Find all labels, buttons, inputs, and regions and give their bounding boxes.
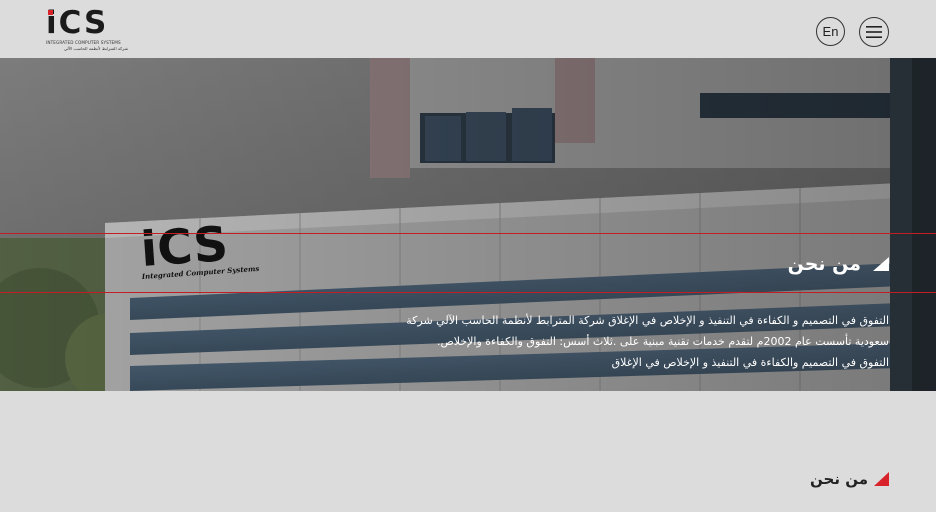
header: iCS INTEGRATED COMPUTER SYSTEMS شركة الم… bbox=[0, 0, 936, 58]
hero-paragraph: التفوق في التصميم و الكفاءة في التنفيذ و… bbox=[389, 310, 889, 373]
logo-subtitle: INTEGRATED COMPUTER SYSTEMS bbox=[46, 40, 121, 45]
hero-divider-top bbox=[0, 233, 936, 234]
logo[interactable]: iCS INTEGRATED COMPUTER SYSTEMS شركة الم… bbox=[46, 8, 128, 52]
triangle-icon bbox=[874, 472, 889, 486]
hero-title: من نحن bbox=[787, 253, 861, 275]
hero-paragraph-line: التفوق في التصميم والكفاءة في التنفيذ و … bbox=[611, 356, 889, 369]
language-toggle-button[interactable]: En bbox=[816, 17, 845, 46]
hero-title-row: من نحن bbox=[788, 253, 889, 275]
section-title: من نحن bbox=[810, 470, 868, 488]
logo-subtitle-arabic: شركة المترابط لأنظمة الحاسب الآلي bbox=[63, 46, 128, 51]
hero-divider-bottom bbox=[0, 292, 936, 293]
triangle-icon bbox=[873, 257, 889, 271]
hero-paragraph-line: سعودية تأسست عام 2002م لتقدم خدمات تقنية… bbox=[436, 335, 889, 348]
logo-red-dot bbox=[48, 10, 53, 15]
hero-banner: iCS Integrated Computer Systems من نحن ا… bbox=[0, 58, 936, 391]
logo-text: iCS bbox=[46, 5, 109, 41]
hero-paragraph-line: التفوق في التصميم و الكفاءة في التنفيذ و… bbox=[406, 314, 889, 327]
hamburger-icon bbox=[866, 26, 882, 38]
menu-button[interactable] bbox=[859, 17, 889, 47]
section-title-row: من نحن bbox=[810, 470, 889, 488]
